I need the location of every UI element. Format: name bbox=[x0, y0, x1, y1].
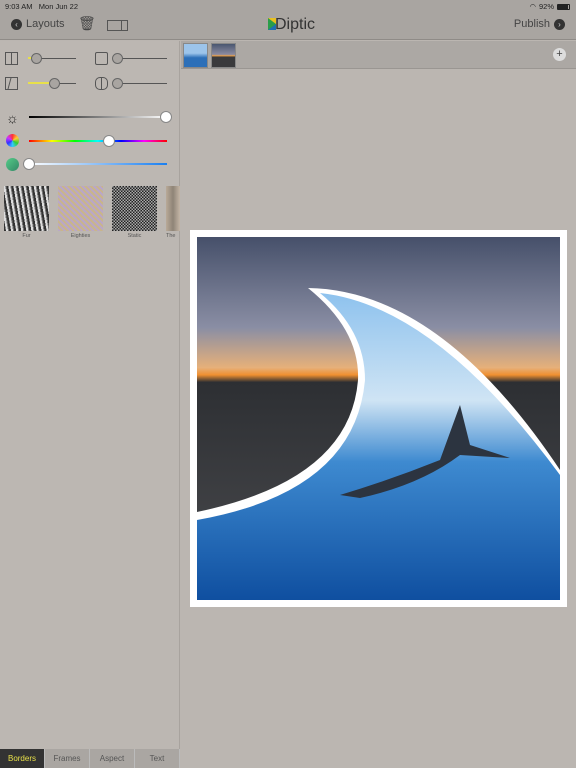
chevron-right-icon: › bbox=[554, 18, 565, 30]
app-logo: Diptic bbox=[268, 16, 315, 34]
collage-canvas[interactable] bbox=[190, 230, 567, 607]
layout-toggle-icon[interactable] bbox=[107, 20, 128, 31]
inner-spacing-icon bbox=[95, 52, 108, 65]
photo-strip: + bbox=[181, 41, 576, 69]
brightness-slider[interactable] bbox=[29, 116, 167, 118]
saturation-slider[interactable] bbox=[29, 163, 167, 165]
inner-spacing-knob[interactable] bbox=[112, 53, 123, 64]
color-wheel-icon bbox=[6, 134, 19, 147]
battery-percent: 92% bbox=[538, 2, 554, 11]
texture-fur[interactable] bbox=[4, 186, 49, 231]
curve-knob[interactable] bbox=[49, 78, 60, 89]
add-photo-button[interactable]: + bbox=[553, 48, 566, 61]
borders-panel: ☼ bbox=[0, 41, 180, 749]
brightness-knob[interactable] bbox=[160, 111, 172, 123]
tab-borders[interactable]: Borders bbox=[0, 749, 45, 768]
curve-icon bbox=[5, 77, 18, 90]
layouts-label: Layouts bbox=[26, 18, 65, 30]
publish-button[interactable]: Publish › bbox=[514, 18, 565, 30]
hue-knob[interactable] bbox=[103, 135, 115, 147]
texture-wood[interactable] bbox=[166, 186, 180, 231]
trash-icon[interactable]: 🗑 bbox=[78, 15, 96, 32]
status-bar: 9:03 AM Mon Jun 22 ◠ 92% bbox=[0, 0, 576, 12]
saturation-icon bbox=[6, 158, 19, 171]
chevron-left-icon: ‹ bbox=[11, 18, 22, 30]
tab-aspect[interactable]: Aspect bbox=[90, 749, 135, 768]
wifi-icon: ◠ bbox=[529, 2, 536, 11]
layouts-button[interactable]: ‹ Layouts bbox=[11, 18, 65, 30]
tab-frames[interactable]: Frames bbox=[45, 749, 90, 768]
texture-label: Eighties bbox=[70, 233, 91, 239]
texture-label: Static bbox=[127, 233, 142, 239]
border-width-icon bbox=[5, 52, 18, 65]
toolbar: ‹ Layouts 🗑 Diptic Publish › bbox=[0, 12, 576, 40]
brightness-icon: ☼ bbox=[6, 110, 19, 126]
status-time: 9:03 AM Mon Jun 22 bbox=[5, 2, 78, 11]
battery-icon bbox=[557, 3, 570, 10]
photo-thumb-whale[interactable] bbox=[183, 43, 208, 68]
tab-text[interactable]: Text bbox=[135, 749, 180, 768]
texture-label: The bbox=[166, 233, 176, 239]
texture-static[interactable] bbox=[112, 186, 157, 231]
rounding-icon bbox=[95, 77, 108, 90]
saturation-knob[interactable] bbox=[23, 158, 35, 170]
texture-label: Fur bbox=[22, 233, 31, 239]
publish-label: Publish bbox=[513, 18, 550, 30]
texture-eighties[interactable] bbox=[58, 186, 103, 231]
photo-thumb-sunset[interactable] bbox=[211, 43, 236, 68]
panel-tabs: Borders Frames Aspect Text bbox=[0, 749, 180, 768]
rounding-knob[interactable] bbox=[112, 78, 123, 89]
border-width-knob[interactable] bbox=[31, 53, 42, 64]
hue-slider[interactable] bbox=[29, 140, 167, 142]
